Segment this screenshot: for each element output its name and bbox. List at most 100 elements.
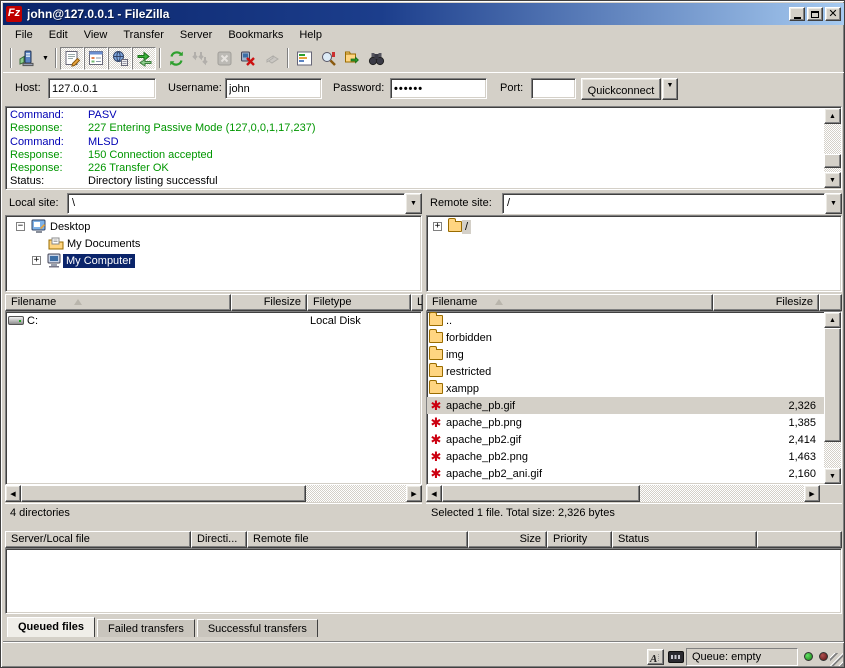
remote-status-text: Selected 1 file. Total size: 2,326 bytes	[426, 503, 842, 522]
column-header-filesize[interactable]: Filesize	[231, 294, 307, 311]
remote-site-value[interactable]: /	[502, 193, 825, 214]
message-log: Command:PASV Response:227 Entering Passi…	[5, 106, 842, 190]
menu-bookmarks[interactable]: Bookmarks	[220, 27, 291, 43]
minimize-button[interactable]	[789, 7, 805, 21]
column-header-remote-file[interactable]: Remote file	[247, 531, 468, 548]
expand-icon[interactable]: +	[433, 222, 442, 231]
local-site-combo[interactable]: \ ▼	[67, 193, 422, 214]
tree-item-label[interactable]: My Documents	[64, 237, 143, 251]
local-file-row[interactable]: C: Local Disk	[6, 312, 421, 329]
menu-server[interactable]: Server	[172, 27, 220, 43]
queue-list[interactable]	[5, 548, 842, 614]
log-scrollbar[interactable]: ▲ ▼	[824, 108, 841, 188]
remote-file-row[interactable]: ✱apache_pb2_ani.gif2,160	[427, 465, 824, 482]
remote-file-row[interactable]: ✱apache_pb.png1,385	[427, 414, 824, 431]
menu-view[interactable]: View	[76, 27, 116, 43]
close-button[interactable]: ✕	[825, 7, 841, 21]
tree-item-my-computer[interactable]: + My Computer	[8, 252, 421, 269]
toggle-remote-tree-button[interactable]	[108, 47, 132, 70]
arrow-down-icon: ▼	[829, 473, 836, 480]
column-header-last-modified[interactable]: L	[411, 294, 423, 311]
remote-vscrollbar[interactable]: ▲ ▼	[824, 312, 841, 484]
synchronized-browsing-button[interactable]	[340, 47, 364, 70]
resize-grip[interactable]	[830, 653, 843, 666]
scrollbar-thumb[interactable]	[824, 328, 841, 442]
tree-item-label[interactable]: /	[462, 220, 471, 234]
remote-file-row[interactable]: restricted	[427, 363, 824, 380]
process-queue-button[interactable]	[188, 47, 212, 70]
folder-icon	[429, 315, 443, 326]
column-header-server-local-file[interactable]: Server/Local file	[5, 531, 191, 548]
column-header-status[interactable]: Status	[612, 531, 757, 548]
collapse-icon[interactable]: −	[16, 222, 25, 231]
menu-file[interactable]: File	[7, 27, 41, 43]
remote-hscrollbar[interactable]: ◀ ▶	[426, 485, 820, 502]
transfer-type-indicator[interactable]: A	[647, 649, 664, 665]
tree-item-root[interactable]: + /	[429, 218, 841, 235]
scrollbar-thumb[interactable]	[442, 485, 640, 502]
host-input[interactable]	[48, 78, 156, 99]
username-input[interactable]	[225, 78, 322, 99]
remote-file-row[interactable]: forbidden	[427, 329, 824, 346]
tree-item-my-documents[interactable]: My Documents	[8, 235, 421, 252]
refresh-button[interactable]	[164, 47, 188, 70]
remote-site-combo[interactable]: / ▼	[502, 193, 842, 214]
expand-icon[interactable]: +	[32, 256, 41, 265]
remote-file-row[interactable]: ✱apache_pb2.png1,463	[427, 448, 824, 465]
column-header-filetype[interactable]: Filetype	[307, 294, 411, 311]
tab-failed-transfers[interactable]: Failed transfers	[97, 619, 195, 637]
local-site-label: Local site:	[9, 197, 59, 209]
arrow-right-icon: ▶	[411, 490, 416, 498]
toggle-message-log-button[interactable]	[60, 47, 84, 70]
quickconnect-dropdown[interactable]: ▼	[662, 78, 678, 100]
port-input[interactable]	[531, 78, 576, 99]
column-header-filename[interactable]: Filename	[426, 294, 713, 311]
tab-queued-files[interactable]: Queued files	[7, 617, 95, 637]
local-site-dropdown[interactable]: ▼	[405, 193, 422, 214]
remote-site-dropdown[interactable]: ▼	[825, 193, 842, 214]
toggle-local-tree-button[interactable]	[84, 47, 108, 70]
tree-item-label[interactable]: My Computer	[63, 254, 135, 268]
scrollbar-thumb[interactable]	[824, 154, 841, 168]
tree-item-desktop[interactable]: − Desktop	[8, 218, 421, 235]
drive-icon	[8, 316, 24, 325]
local-site-value[interactable]: \	[67, 193, 405, 214]
column-header-priority[interactable]: Priority	[547, 531, 612, 548]
password-input[interactable]	[390, 78, 487, 99]
remote-file-row[interactable]: img	[427, 346, 824, 363]
quickconnect-button[interactable]: Quickconnect	[581, 78, 661, 100]
cancel-button[interactable]	[212, 47, 236, 70]
remote-file-row-selected[interactable]: ✱apache_pb.gif2,326	[427, 397, 824, 414]
menu-help[interactable]: Help	[291, 27, 330, 43]
local-hscrollbar[interactable]: ◀ ▶	[5, 485, 422, 502]
column-header-filename[interactable]: Filename	[5, 294, 231, 311]
disconnect-button[interactable]	[236, 47, 260, 70]
tree-item-label[interactable]: Desktop	[47, 220, 93, 234]
local-tree-icon	[88, 50, 105, 67]
site-manager-icon	[18, 50, 36, 67]
maximize-button[interactable]	[807, 7, 823, 21]
folder-icon	[429, 349, 443, 360]
menu-transfer[interactable]: Transfer	[115, 27, 172, 43]
find-files-button[interactable]	[364, 47, 388, 70]
directory-comparison-button[interactable]	[316, 47, 340, 70]
filter-button[interactable]	[292, 47, 316, 70]
remote-file-row[interactable]: ✱apache_pb2.gif2,414	[427, 431, 824, 448]
column-header-filesize[interactable]: Filesize	[713, 294, 819, 311]
file-name: apache_pb.gif	[446, 400, 515, 412]
title-bar[interactable]: Fz john@127.0.0.1 - FileZilla ✕	[3, 3, 844, 25]
toggle-transfer-queue-button[interactable]	[132, 47, 156, 70]
column-header-size[interactable]: Size	[468, 531, 547, 548]
site-manager-dropdown[interactable]: ▼	[39, 47, 52, 70]
reconnect-button[interactable]	[260, 47, 284, 70]
scrollbar-thumb[interactable]	[21, 485, 306, 502]
menu-edit[interactable]: Edit	[41, 27, 76, 43]
remote-file-row[interactable]: xampp	[427, 380, 824, 397]
speed-limit-indicator[interactable]	[668, 651, 684, 663]
site-manager-button[interactable]	[15, 47, 39, 70]
image-file-icon: ✱	[429, 450, 443, 463]
tab-successful-transfers[interactable]: Successful transfers	[197, 619, 318, 637]
host-label: Host:	[15, 82, 41, 94]
column-header-direction[interactable]: Directi...	[191, 531, 247, 548]
remote-file-row[interactable]: ..	[427, 312, 824, 329]
